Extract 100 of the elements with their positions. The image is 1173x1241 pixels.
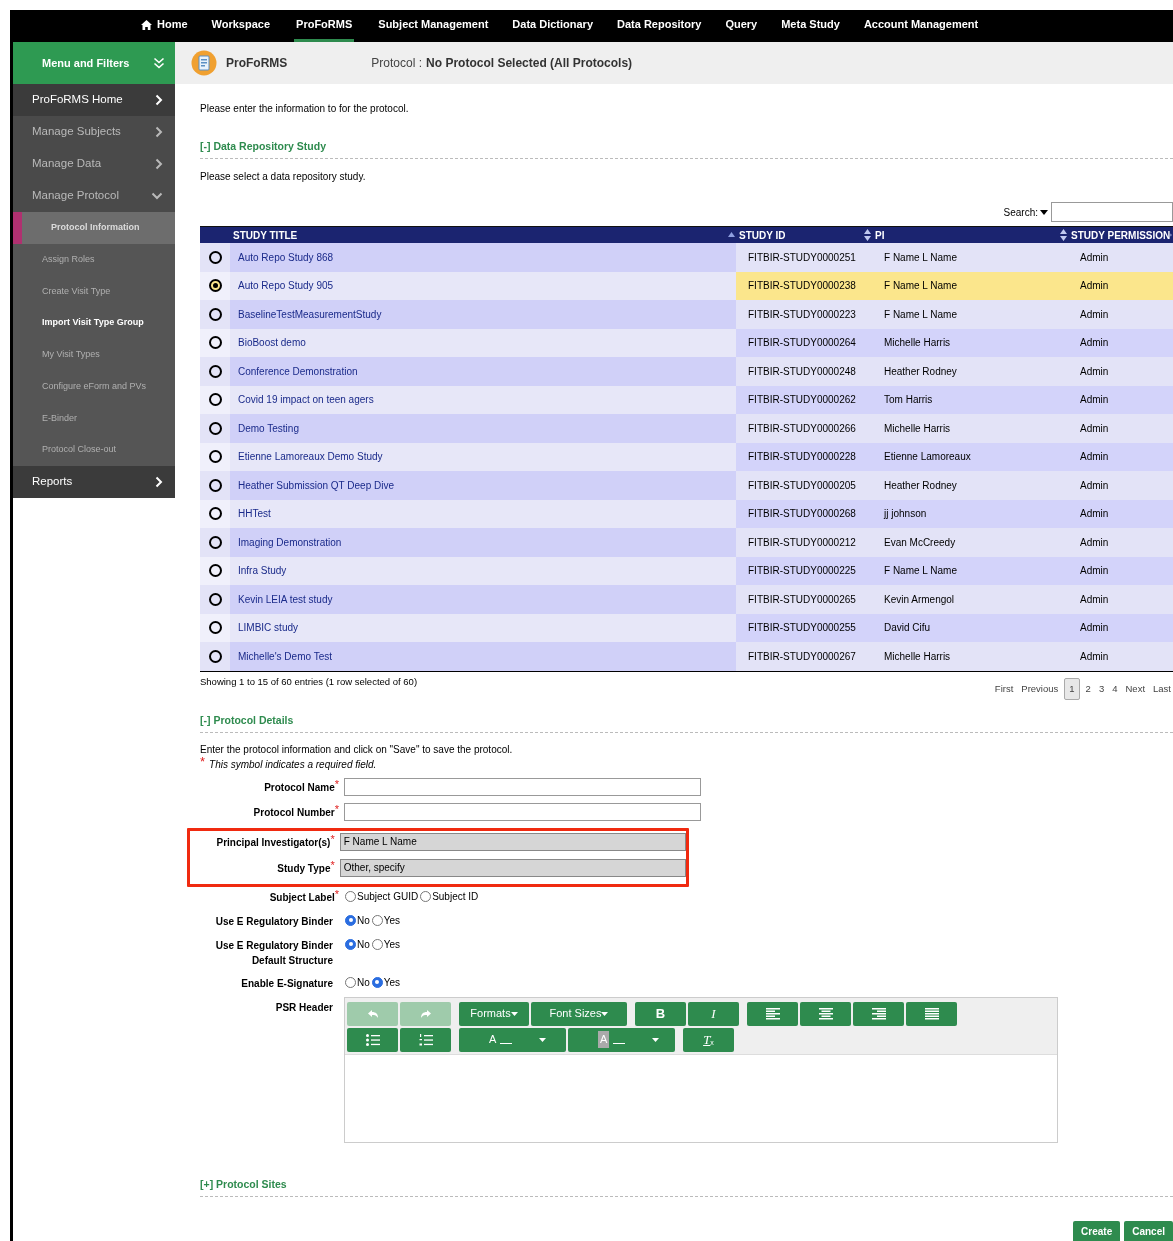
chevron-right-icon [155,158,163,170]
toolbar-button[interactable]: B [635,1001,686,1026]
study-title-link[interactable]: HHTest [230,499,736,528]
study-title-link[interactable]: Michelle's Demo Test [230,642,736,671]
toolbar-button[interactable] [853,1001,904,1026]
radio-button[interactable] [371,938,383,950]
radio-button[interactable] [371,914,383,926]
action-button[interactable]: Cancel [1124,1220,1173,1241]
toolbar-button[interactable] [400,1027,451,1052]
table-row[interactable]: Michelle's Demo Test FITBIR-STUDY0000267 Michelle Harris Admin [200,642,1173,671]
nav-link[interactable]: Meta Study [781,10,840,42]
readonly-field[interactable]: F Name L Name [339,832,686,851]
readonly-field[interactable]: Other, specify [339,858,686,877]
study-title-link[interactable]: Etienne Lamoreaux Demo Study [230,442,736,471]
table-row[interactable]: Covid 19 impact on teen agers FITBIR-STUDY0000262 Tom Harris Admin [200,385,1173,414]
radio-button[interactable] [208,621,222,635]
pagination-link[interactable]: 4 [1110,681,1120,696]
sidebar-item[interactable]: ProFoRMS Home [13,84,175,116]
pagination-link[interactable]: Last [1151,681,1173,696]
toolbar-button[interactable]: Font Sizes [531,1001,627,1026]
study-title-link[interactable]: Demo Testing [230,414,736,443]
sidebar-item[interactable]: Reports [13,466,175,498]
radio-button[interactable] [208,279,222,293]
radio-button[interactable] [208,307,222,321]
table-row[interactable]: Infra Study FITBIR-STUDY0000225 F Name L Name Admin [200,556,1173,585]
table-row[interactable]: Auto Repo Study 868 FITBIR-STUDY0000251 F Name L Name Admin [200,243,1173,272]
study-title-link[interactable]: Covid 19 impact on teen agers [230,385,736,414]
nav-link[interactable]: Subject Management [378,10,489,42]
radio-button[interactable] [208,336,222,350]
column-header[interactable]: STUDY TITLE [230,227,736,243]
radio-button[interactable] [345,938,356,950]
radio-button[interactable] [345,914,356,926]
radio-button[interactable] [371,976,383,988]
caret-down-icon [601,1011,609,1016]
toolbar-button[interactable]: A [459,1027,566,1052]
toolbar-button[interactable] [347,1027,398,1052]
nav-link[interactable]: Data Dictionary [512,10,594,42]
radio-button[interactable] [208,478,222,492]
pagination-link[interactable]: Previous [1019,681,1061,696]
table-row[interactable]: Auto Repo Study 905 FITBIR-STUDY0000238 F Name L Name Admin [200,271,1173,300]
section-heading[interactable]: [-] Protocol Details [200,713,294,726]
toolbar-button[interactable] [906,1001,957,1026]
search-field[interactable] [1051,202,1173,222]
table-row[interactable]: Imaging Demonstration FITBIR-STUDY0000212 Evan McCreedy Admin [200,528,1173,557]
radio-button[interactable] [208,250,222,264]
study-title-link[interactable]: Heather Submission QT Deep Dive [230,471,736,500]
study-title-link[interactable]: Auto Repo Study 905 [230,271,736,300]
text-field[interactable] [344,802,701,821]
table-row[interactable]: HHTest FITBIR-STUDY0000268 jj johnson Admin [200,499,1173,528]
study-title-link[interactable]: Kevin LEIA test study [230,585,736,614]
required-asterisk: * [334,889,339,900]
radio-button[interactable] [208,592,222,606]
radio-button[interactable] [420,890,432,902]
sidebar-header[interactable]: Menu and Filters [13,42,175,84]
pagination-link[interactable]: 3 [1096,681,1107,696]
toolbar-button[interactable]: Formats [459,1001,529,1026]
study-title-link[interactable]: Conference Demonstration [230,357,736,386]
pagination-link[interactable]: Next [1123,681,1148,696]
table-row[interactable]: Etienne Lamoreaux Demo Study FITBIR-STUDY0000228 Etienne Lamoreaux Admin [200,442,1173,471]
text-field[interactable] [344,777,701,796]
nav-link[interactable]: Data Repository [617,10,702,42]
toolbar-button[interactable] [800,1001,851,1026]
study-title-link[interactable]: Imaging Demonstration [230,528,736,557]
nav-link[interactable]: Query [725,10,758,42]
study-title-link[interactable]: BioBoost demo [230,328,736,357]
radio-button[interactable] [208,450,222,464]
table-row[interactable]: Demo Testing FITBIR-STUDY0000266 Michelle Harris Admin [200,414,1173,443]
nav-link[interactable]: Home [141,10,188,42]
pagination-link[interactable]: 1 [1064,677,1080,700]
radio-button[interactable] [208,364,222,378]
action-button[interactable]: Create [1073,1220,1121,1241]
study-title-link[interactable]: BaselineTestMeasurementStudy [230,300,736,329]
toolbar-button[interactable] [747,1001,798,1026]
table-row[interactable]: BaselineTestMeasurementStudy FITBIR-STUDY0000223 F Name L Name Admin [200,300,1173,329]
radio-button[interactable] [208,649,222,663]
study-title-link[interactable]: Auto Repo Study 868 [230,243,736,272]
table-row[interactable]: BioBoost demo FITBIR-STUDY0000264 Michelle Harris Admin [200,328,1173,357]
section-heading[interactable]: [+] Protocol Sites [200,1177,287,1190]
radio-button[interactable] [208,535,222,549]
pagination-link[interactable]: 2 [1083,681,1093,696]
table-row[interactable]: Kevin LEIA test study FITBIR-STUDY0000265 Kevin Armengol Admin [200,585,1173,614]
radio-button[interactable] [208,507,222,521]
table-row[interactable]: LIMBIC study FITBIR-STUDY0000255 David Cifu Admin [200,613,1173,642]
radio-button[interactable] [208,421,222,435]
nav-link[interactable]: Account Management [863,10,979,42]
radio-button[interactable] [208,564,222,578]
section-heading[interactable]: [-] Data Repository Study [200,140,326,152]
table-row[interactable]: Heather Submission QT Deep Dive FITBIR-STUDY0000205 Heather Rodney Admin [200,471,1173,500]
nav-link[interactable]: Workspace [211,10,271,42]
pagination-link[interactable]: First [992,681,1016,696]
column-header[interactable]: STUDY ID [736,227,872,243]
toolbar-button[interactable]: I [688,1001,739,1026]
table-row[interactable]: Conference Demonstration FITBIR-STUDY0000248 Heather Rodney Admin [200,357,1173,386]
radio-button[interactable] [208,393,222,407]
radio-button[interactable] [345,976,356,988]
study-title-link[interactable]: LIMBIC study [230,613,736,642]
radio-button[interactable] [345,890,356,902]
column-header[interactable]: STUDY PERMISSION [1068,227,1173,243]
column-header[interactable]: PI [872,227,1068,243]
study-title-link[interactable]: Infra Study [230,556,736,585]
